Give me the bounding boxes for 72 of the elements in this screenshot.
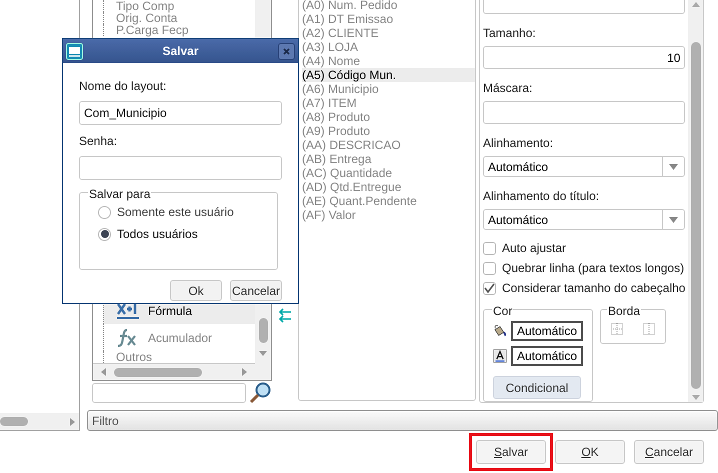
border-outline-icon[interactable]: [643, 322, 655, 334]
horizontal-scrollbar[interactable]: [0, 413, 79, 430]
vertical-scrollbar[interactable]: [688, 0, 703, 402]
column-item[interactable]: (A0) Num. Pedido: [302, 0, 475, 12]
scroll-up-icon[interactable]: [692, 2, 700, 7]
column-item[interactable]: (AB) Entrega: [302, 152, 475, 166]
checkbox[interactable]: [483, 262, 496, 274]
scroll-down-icon[interactable]: [692, 395, 700, 400]
column-item[interactable]: (AD) Qtd.Entregue: [302, 180, 475, 194]
column-item[interactable]: (A5) Código Mun.: [302, 68, 475, 82]
conditional-button[interactable]: Condicional: [493, 376, 581, 399]
column-item[interactable]: (AC) Quantidade: [302, 166, 475, 180]
scrollbar-thumb[interactable]: [258, 318, 268, 343]
layout-name-field[interactable]: Com_Municipio: [79, 101, 282, 125]
scroll-down-icon[interactable]: [259, 351, 267, 356]
input-field[interactable]: [483, 0, 686, 14]
horizontal-scrollbar[interactable]: [93, 363, 255, 380]
dialog-button[interactable]: Cancelar: [230, 280, 282, 301]
field-label: Alinhamento do título:: [483, 188, 600, 205]
dialog-button[interactable]: Cancelar: [634, 440, 704, 464]
radio-label: Todos usuários: [117, 226, 198, 243]
input-field[interactable]: [483, 101, 686, 124]
input-field[interactable]: 10: [483, 46, 686, 69]
color-picker[interactable]: Automático: [510, 346, 583, 366]
field-label: Tamanho:: [483, 25, 537, 42]
dialog-button[interactable]: OK: [555, 440, 625, 464]
swap-arrows-icon[interactable]: [278, 308, 292, 324]
dropdown-field[interactable]: Automático: [483, 156, 686, 177]
dropdown-caret-icon: [669, 164, 678, 170]
column-item[interactable]: (A6) Municipio: [302, 82, 475, 96]
close-icon: [283, 48, 290, 54]
column-item[interactable]: (AF) Valor: [302, 208, 475, 222]
radio-button[interactable]: [98, 228, 111, 240]
column-item[interactable]: (AA) DESCRICAO: [302, 138, 475, 152]
radio-label: Somente este usuário: [117, 204, 234, 221]
scroll-right-icon[interactable]: [242, 368, 247, 376]
scroll-right-icon[interactable]: [70, 418, 75, 426]
scroll-left-icon[interactable]: [101, 368, 106, 376]
column-item[interactable]: (A1) DT Emissao: [302, 12, 475, 26]
column-item[interactable]: (A3) LOJA: [302, 40, 475, 54]
close-button[interactable]: [278, 42, 295, 60]
window-icon: [66, 42, 83, 60]
column-item[interactable]: (A8) Produto: [302, 110, 475, 124]
border-none-icon[interactable]: [611, 322, 623, 334]
field-label: Alinhamento:: [483, 135, 554, 152]
scrollbar-thumb[interactable]: [0, 417, 28, 426]
dialog-title: Salvar: [161, 43, 200, 60]
scrollbar-thumb[interactable]: [114, 368, 202, 376]
scrollbar-thumb[interactable]: [690, 42, 701, 389]
column-item[interactable]: (A4) Nome: [302, 54, 475, 68]
dropdown-caret-icon: [669, 216, 678, 222]
checkbox[interactable]: [483, 242, 496, 254]
radio-button[interactable]: [98, 206, 111, 218]
column-item[interactable]: (AE) Quant.Pendente: [302, 194, 475, 208]
password-field[interactable]: [79, 156, 282, 180]
column-item[interactable]: (A2) CLIENTE: [302, 26, 475, 40]
search-icon[interactable]: [248, 382, 272, 404]
checkbox-label: Quebrar linha (para textos longos): [502, 260, 684, 277]
dialog-button[interactable]: Salvar: [476, 440, 546, 464]
search-field[interactable]: [92, 383, 246, 403]
dialog-button[interactable]: Ok: [170, 280, 222, 301]
column-item[interactable]: (A7) ITEM: [302, 96, 475, 110]
checkbox[interactable]: [483, 282, 496, 294]
column-item[interactable]: (A9) Produto: [302, 124, 475, 138]
field-label: Nome do layout:: [79, 78, 168, 95]
dropdown-field[interactable]: Automático: [483, 209, 686, 230]
field-label: Máscara:: [483, 80, 534, 97]
color-picker[interactable]: Automático: [510, 321, 583, 341]
checkbox-label: Considerar tamanho do cabeçalho: [502, 280, 686, 297]
field-label: Senha:: [79, 133, 118, 150]
checkbox-label: Auto ajustar: [502, 240, 566, 257]
filter-bar[interactable]: Filtro: [87, 410, 718, 431]
